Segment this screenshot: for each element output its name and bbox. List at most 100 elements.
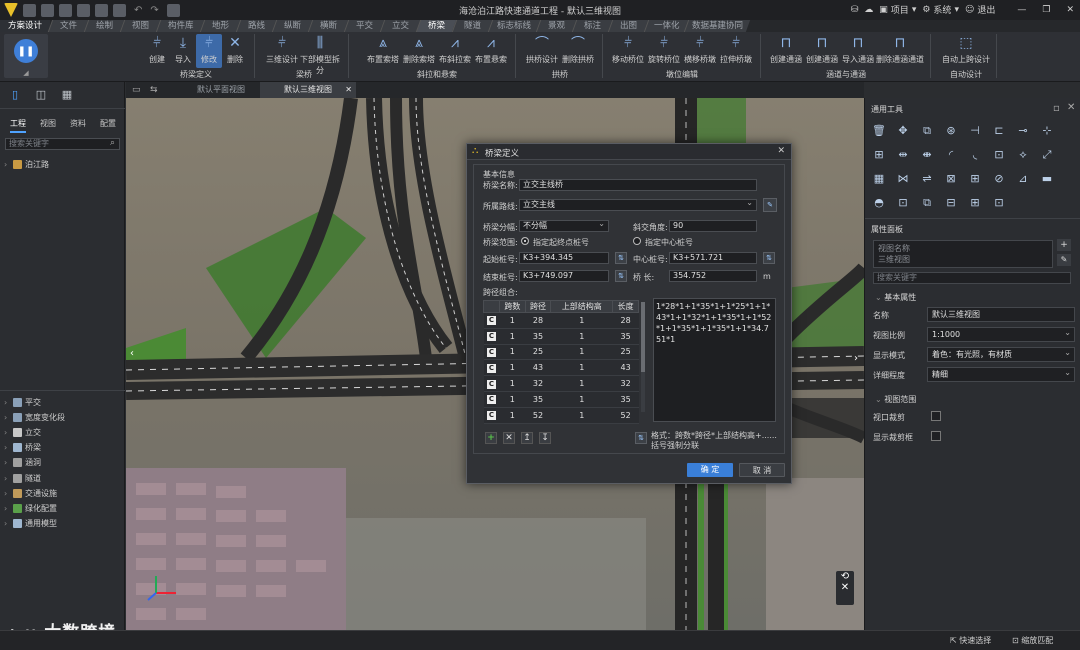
table-cell[interactable]: 1 <box>499 359 526 377</box>
print-icon[interactable] <box>113 3 126 17</box>
close-view-control-icon[interactable]: ✕ <box>836 582 854 593</box>
menu-tab-9[interactable]: 平交 <box>343 20 385 32</box>
tool-icon-23[interactable]: ▬ <box>1039 172 1055 186</box>
tab-resources[interactable]: 资料 <box>70 118 86 129</box>
menu-tab-16[interactable]: 出图 <box>607 20 649 32</box>
ribbon-button-0-1[interactable]: ⤓ 导入 <box>170 34 196 68</box>
table-cell[interactable]: 32 <box>525 375 551 392</box>
tree-item-4[interactable]: › 涵洞 <box>4 457 41 469</box>
tool-icon-17[interactable]: ⋈ <box>895 172 911 186</box>
undo-icon[interactable]: ↶ <box>134 5 142 16</box>
table-cell[interactable]: 28 <box>612 312 639 329</box>
span-table[interactable]: 跨数 跨径 上部结构高 长度 C 1 28 1 28 C 1 35 1 35 C 1 25 1 25 C 1 43 1 43… <box>483 300 639 424</box>
ribbon-button-4-2[interactable]: ⫩ 横移桥墩 <box>682 34 718 68</box>
ribbon-button-2-0[interactable]: ⩓ 布置索塔 <box>365 34 401 68</box>
prop-value[interactable]: 着色：有光照，有材质 <box>927 346 1075 362</box>
section-basic[interactable]: ⌄ 基本属性 <box>875 292 916 303</box>
move-up-button[interactable]: ↥ <box>521 432 533 444</box>
tree-item-7[interactable]: › 绿化配置 <box>4 502 57 514</box>
table-cell[interactable]: 32 <box>612 375 639 392</box>
tool-icon-14[interactable]: ⟡ <box>1015 148 1031 162</box>
table-cell[interactable]: 1 <box>499 328 526 345</box>
tree-item-root[interactable]: › 泊江路 <box>4 158 49 170</box>
cloud-icon[interactable]: ☁ <box>864 5 873 15</box>
design-mode-button[interactable]: ❚❚ ◢ <box>4 34 48 78</box>
table-cell[interactable]: 1 <box>550 391 613 408</box>
menu-tab-8[interactable]: 横断 <box>307 20 349 32</box>
span-type-cell[interactable]: C <box>483 359 500 377</box>
tree-item-6[interactable]: › 交通设施 <box>4 487 57 499</box>
table-row[interactable]: C 1 28 1 28 <box>483 312 639 329</box>
view-menu-icon[interactable]: ▭ <box>132 85 141 95</box>
tree-item-5[interactable]: › 隧道 <box>4 472 41 484</box>
center-station-input[interactable]: K3+571.721 <box>669 252 757 264</box>
skew-input[interactable]: 90 <box>669 220 757 232</box>
tab-config[interactable]: 配置 <box>100 118 116 129</box>
tool-icon-22[interactable]: ⊿ <box>1015 172 1031 186</box>
tool-icon-2[interactable]: ⧉ <box>919 124 935 138</box>
tab-views[interactable]: 视图 <box>40 118 56 129</box>
table-cell[interactable]: 1 <box>499 344 526 361</box>
table-row[interactable]: C 1 43 1 43 <box>483 359 639 377</box>
route-select[interactable]: 立交主线 <box>519 198 757 211</box>
table-row[interactable]: C 1 32 1 32 <box>483 375 639 392</box>
view-type-selector[interactable]: 视图名称 三维视图 <box>873 240 1053 268</box>
menu-tab-12[interactable]: 隧道 <box>451 20 493 32</box>
save-icon[interactable] <box>59 3 72 17</box>
ribbon-button-3-0[interactable]: ⌒ 拱桥设计 <box>524 34 560 68</box>
logout-button[interactable]: ☺ 退出 <box>965 3 995 17</box>
span-type-cell[interactable]: C <box>483 344 500 361</box>
table-cell[interactable]: 1 <box>499 407 526 424</box>
ribbon-button-2-3[interactable]: ⩘ 布置悬索 <box>473 34 509 68</box>
tool-icon-24[interactable]: ◓ <box>871 196 887 210</box>
prop-value[interactable]: 精细 <box>927 366 1075 382</box>
table-cell[interactable]: 43 <box>525 359 551 377</box>
tree-item-2[interactable]: › 立交 <box>4 426 41 438</box>
menu-tab-6[interactable]: 路线 <box>235 20 277 32</box>
menu-tab-11[interactable]: 桥梁 <box>415 20 457 32</box>
menu-tab-5[interactable]: 地形 <box>199 20 241 32</box>
center-pick-icon[interactable]: ⇅ <box>763 252 775 264</box>
panel-close-icon[interactable]: ✕ <box>1067 102 1075 113</box>
tree-item-1[interactable]: › 宽度变化段 <box>4 411 65 423</box>
tool-icon-27[interactable]: ⊟ <box>943 196 959 210</box>
table-cell[interactable]: 25 <box>612 344 639 361</box>
minimize-button[interactable]: — <box>1017 5 1026 15</box>
ribbon-button-2-1[interactable]: ⩓ 删除索塔 <box>401 34 437 68</box>
tool-icon-13[interactable]: ⊡ <box>991 148 1007 162</box>
section-range[interactable]: ⌄ 视图范围 <box>875 394 916 405</box>
tab-3d-view[interactable]: 默认三维视图 ✕ <box>260 82 356 98</box>
table-cell[interactable]: 35 <box>525 391 551 408</box>
tree-item-0[interactable]: › 平交 <box>4 396 41 408</box>
tool-icon-11[interactable]: ◜ <box>943 148 959 162</box>
ribbon-button-3-1[interactable]: ⌒ 删除拱桥 <box>560 34 596 68</box>
menu-tab-17[interactable]: 一体化 <box>643 20 689 32</box>
maximize-button[interactable]: ❐ <box>1042 5 1050 15</box>
ribbon-button-0-0[interactable]: ⫩ 创建 <box>144 34 170 68</box>
ribbon-button-1-1[interactable]: ⫼ 下部模型拆分 <box>298 34 342 75</box>
table-cell[interactable]: 1 <box>550 375 613 392</box>
tool-icon-1[interactable]: ✥ <box>895 124 911 138</box>
tree-item-3[interactable]: › 桥梁 <box>4 442 41 454</box>
ribbon-button-0-3[interactable]: ✕ 删除 <box>222 34 248 68</box>
span-type-cell[interactable]: C <box>483 328 500 345</box>
span-type-cell[interactable]: C <box>483 375 500 392</box>
tool-icon-25[interactable]: ⊡ <box>895 196 911 210</box>
table-cell[interactable]: 52 <box>525 407 551 424</box>
route-pick-icon[interactable]: ✎ <box>763 198 777 212</box>
ok-button[interactable]: 确 定 <box>687 463 733 477</box>
prop-value[interactable]: 1:1000 <box>927 326 1075 342</box>
dialog-close-button[interactable]: ✕ <box>777 146 785 156</box>
project-menu[interactable]: ▣ 项目 ▾ <box>879 3 916 17</box>
add-icon[interactable]: + <box>1057 239 1071 251</box>
range-start-end-radio[interactable] <box>521 237 529 245</box>
ribbon-button-0-2[interactable]: ⫩ 修改 <box>196 34 222 68</box>
start-station-input[interactable]: K3+394.345 <box>519 252 609 264</box>
pin-icon[interactable]: ▫ <box>1053 103 1060 114</box>
ribbon-button-4-1[interactable]: ⫩ 旋转桥位 <box>646 34 682 68</box>
ribbon-button-5-2[interactable]: ⊓ 导入通涵 <box>840 34 876 68</box>
menu-tab-10[interactable]: 立交 <box>379 20 421 32</box>
length-input[interactable]: 354.752 <box>669 270 757 282</box>
ribbon-button-5-0[interactable]: ⊓ 创建通涵 <box>768 34 804 68</box>
table-cell[interactable]: 1 <box>550 344 613 361</box>
